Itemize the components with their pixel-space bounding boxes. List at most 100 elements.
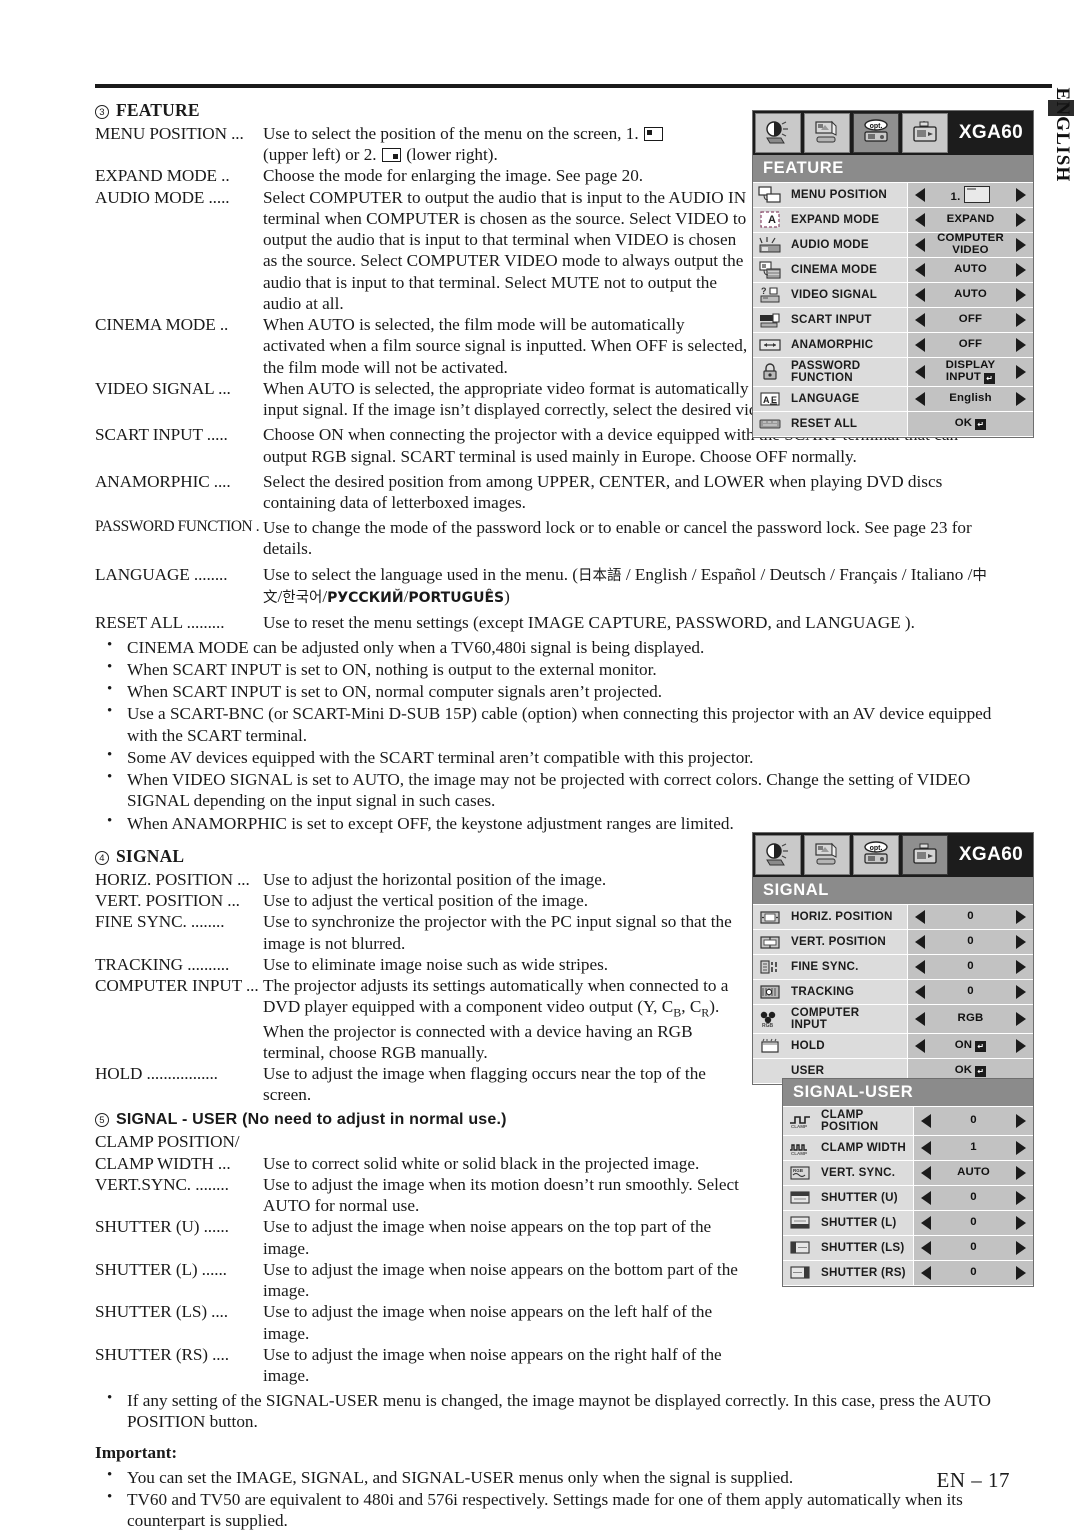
decrease-arrow-icon[interactable]	[921, 1113, 931, 1128]
osd-row-value[interactable]: English	[907, 386, 1033, 411]
increase-arrow-icon[interactable]	[1016, 364, 1026, 379]
osd-row-vert-sync[interactable]: RGB VERT. SYNC. AUTO	[783, 1160, 1033, 1186]
increase-arrow-icon[interactable]	[1016, 238, 1026, 252]
decrease-arrow-icon[interactable]	[921, 1140, 931, 1155]
increase-arrow-icon[interactable]	[1016, 960, 1026, 974]
osd-row-password-function[interactable]: PASSWORD FUNCTION DISPLAY INPUT ↵	[753, 358, 1033, 387]
osd-row-tracking[interactable]: TRACKING 0	[753, 980, 1033, 1005]
picture-tab[interactable]	[804, 835, 850, 875]
osd-value-line: AUTO	[954, 263, 987, 276]
decrease-arrow-icon[interactable]	[915, 188, 925, 202]
decrease-arrow-icon[interactable]	[915, 313, 925, 327]
signal-tab[interactable]	[902, 113, 948, 153]
osd-row-value[interactable]: COMPUTER VIDEO	[907, 233, 1033, 257]
osd-row-value[interactable]: OFF	[907, 333, 1033, 357]
image-tab[interactable]	[755, 113, 801, 153]
decrease-arrow-icon[interactable]	[915, 960, 925, 974]
osd-row-vert-position[interactable]: VERT. POSITION 0	[753, 930, 1033, 955]
increase-arrow-icon[interactable]	[1016, 391, 1026, 406]
osd-row-clamp-position[interactable]: CLAMP CLAMP POSITION 0	[783, 1107, 1033, 1136]
osd-row-value[interactable]: DISPLAY INPUT ↵	[907, 358, 1033, 386]
decrease-arrow-icon[interactable]	[915, 364, 925, 379]
osd-row-clamp-width[interactable]: CLAMP CLAMP WIDTH 1	[783, 1135, 1033, 1161]
osd-row-value[interactable]: 0	[907, 955, 1033, 979]
osd-row-value[interactable]: 1	[913, 1135, 1033, 1160]
increase-arrow-icon[interactable]	[1016, 1190, 1026, 1205]
decrease-arrow-icon[interactable]	[915, 288, 925, 302]
osd-row-value[interactable]: 0	[907, 930, 1033, 954]
osd-row-value[interactable]: AUTO	[907, 283, 1033, 307]
decrease-arrow-icon[interactable]	[915, 338, 925, 352]
osd-row-value[interactable]: 1.	[907, 183, 1033, 207]
decrease-arrow-icon[interactable]	[915, 1011, 925, 1026]
osd-row-value[interactable]: 0	[913, 1210, 1033, 1235]
increase-arrow-icon[interactable]	[1016, 1011, 1026, 1026]
increase-arrow-icon[interactable]	[1016, 188, 1026, 202]
increase-arrow-icon[interactable]	[1016, 213, 1026, 227]
decrease-arrow-icon[interactable]	[921, 1265, 931, 1280]
desc-text: Use to select the position of the menu o…	[263, 124, 639, 143]
increase-arrow-icon[interactable]	[1016, 288, 1026, 302]
decrease-arrow-icon[interactable]	[915, 1038, 925, 1053]
increase-arrow-icon[interactable]	[1016, 263, 1026, 277]
osd-row-expand-mode[interactable]: A EXPAND MODE EXPAND	[753, 208, 1033, 233]
osd-row-value[interactable]: OK ↵	[907, 411, 1033, 436]
osd-row-cinema-mode[interactable]: CINEMA MODE AUTO	[753, 258, 1033, 283]
decrease-arrow-icon[interactable]	[915, 238, 925, 252]
increase-arrow-icon[interactable]	[1016, 313, 1026, 327]
osd-row-value[interactable]: 0	[913, 1260, 1033, 1285]
osd-row-hold[interactable]: HOLD ON ↵	[753, 1033, 1033, 1059]
option-tab[interactable]: opt.	[853, 835, 899, 875]
decrease-arrow-icon[interactable]	[915, 935, 925, 949]
osd-row-value[interactable]: 0	[913, 1185, 1033, 1210]
osd-row-value[interactable]: EXPAND	[907, 208, 1033, 232]
osd-row-video-signal[interactable]: ? VIDEO SIGNAL AUTO	[753, 283, 1033, 308]
decrease-arrow-icon[interactable]	[915, 391, 925, 406]
option-tab[interactable]: opt.	[853, 113, 899, 153]
osd-row-fine-sync[interactable]: FINE SYNC. 0	[753, 955, 1033, 980]
osd-row-anamorphic[interactable]: ANAMORPHIC OFF	[753, 333, 1033, 358]
osd-row-computer-input[interactable]: RGB COMPUTER INPUT RGB	[753, 1005, 1033, 1034]
increase-arrow-icon[interactable]	[1016, 1140, 1026, 1155]
increase-arrow-icon[interactable]	[1016, 935, 1026, 949]
decrease-arrow-icon[interactable]	[915, 263, 925, 277]
increase-arrow-icon[interactable]	[1016, 1113, 1026, 1128]
osd-row-value[interactable]: 0	[907, 980, 1033, 1004]
increase-arrow-icon[interactable]	[1016, 1240, 1026, 1255]
increase-arrow-icon[interactable]	[1016, 910, 1026, 924]
osd-row-language[interactable]: A E LANGUAGE English	[753, 386, 1033, 412]
osd-row-scart-input[interactable]: SCART INPUT OFF	[753, 308, 1033, 333]
decrease-arrow-icon[interactable]	[915, 910, 925, 924]
osd-row-horiz-position[interactable]: HORIZ. POSITION 0	[753, 905, 1033, 930]
osd-row-value[interactable]: 0	[907, 905, 1033, 929]
osd-row-menu-position[interactable]: MENU POSITION 1.	[753, 183, 1033, 208]
increase-arrow-icon[interactable]	[1016, 338, 1026, 352]
osd-row-shutter-u[interactable]: SHUTTER (U) 0	[783, 1185, 1033, 1211]
increase-arrow-icon[interactable]	[1016, 1165, 1026, 1180]
increase-arrow-icon[interactable]	[1016, 1038, 1026, 1053]
osd-row-value[interactable]: AUTO	[907, 258, 1033, 282]
increase-arrow-icon[interactable]	[1016, 1215, 1026, 1230]
osd-row-value[interactable]: OFF	[907, 308, 1033, 332]
osd-row-value[interactable]: AUTO	[913, 1160, 1033, 1185]
decrease-arrow-icon[interactable]	[921, 1240, 931, 1255]
decrease-arrow-icon[interactable]	[921, 1190, 931, 1205]
osd-row-audio-mode[interactable]: AUDIO MODE COMPUTER VIDEO	[753, 233, 1033, 258]
osd-row-value[interactable]: RGB	[907, 1005, 1033, 1033]
picture-tab[interactable]	[804, 113, 850, 153]
signal-tab[interactable]	[902, 835, 948, 875]
osd-row-value[interactable]: ON ↵	[907, 1033, 1033, 1058]
decrease-arrow-icon[interactable]	[915, 985, 925, 999]
osd-row-shutter-ls[interactable]: SHUTTER (LS) 0	[783, 1235, 1033, 1261]
increase-arrow-icon[interactable]	[1016, 1265, 1026, 1280]
osd-row-value[interactable]: 0	[913, 1235, 1033, 1260]
image-tab[interactable]	[755, 835, 801, 875]
decrease-arrow-icon[interactable]	[921, 1215, 931, 1230]
osd-row-reset-all[interactable]: RESET ALL OK ↵	[753, 411, 1033, 437]
increase-arrow-icon[interactable]	[1016, 985, 1026, 999]
osd-row-shutter-l[interactable]: SHUTTER (L) 0	[783, 1210, 1033, 1236]
osd-row-shutter-rs[interactable]: SHUTTER (RS) 0	[783, 1260, 1033, 1286]
decrease-arrow-icon[interactable]	[921, 1165, 931, 1180]
decrease-arrow-icon[interactable]	[915, 213, 925, 227]
osd-row-value[interactable]: 0	[913, 1107, 1033, 1135]
